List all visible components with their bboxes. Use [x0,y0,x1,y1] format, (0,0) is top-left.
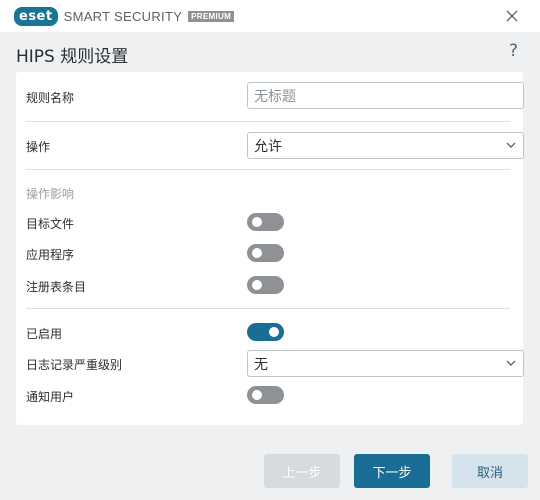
applications-toggle[interactable] [247,244,284,262]
registry-entries-row: 注册表条目 [26,276,514,294]
log-severity-label: 日志记录严重级别 [26,358,123,372]
notify-user-label: 通知用户 [26,390,75,404]
close-icon [506,10,518,22]
toggle-knob [269,327,279,337]
rule-name-label: 规则名称 [26,91,75,105]
enabled-label: 已启用 [26,327,63,341]
toggle-knob [252,248,262,258]
log-severity-row: 日志记录严重级别 无 [26,350,524,377]
applications-row: 应用程序 [26,244,514,262]
eset-logo: eset SMART SECURITY PREMIUM [14,7,235,26]
help-icon[interactable]: ? [509,41,518,61]
rule-name-row: 规则名称 无标题 [26,82,524,109]
divider [26,308,510,309]
registry-entries-label: 注册表条目 [26,280,87,294]
divider [26,169,510,170]
toggle-knob [252,390,262,400]
rule-settings-panel: 规则名称 无标题 操作 允许 操作影响 目标文件 应用程序 注册表条目 已启用 … [16,72,524,425]
action-row: 操作 允许 [26,132,524,159]
log-severity-selected-value: 无 [254,356,268,373]
notify-user-row: 通知用户 [26,386,514,404]
target-files-label: 目标文件 [26,217,75,231]
action-label: 操作 [26,140,51,154]
applications-label: 应用程序 [26,248,75,262]
target-files-row: 目标文件 [26,213,514,231]
enabled-toggle[interactable] [247,323,284,341]
close-button[interactable] [502,6,522,26]
back-button[interactable]: 上一步 [264,454,340,488]
log-severity-select[interactable]: 无 [247,350,524,377]
enabled-row: 已启用 [26,323,514,341]
dialog-header: HIPS 规则设置 ? [0,32,540,72]
edition-badge: PREMIUM [188,11,235,22]
product-name: SMART SECURITY [63,9,183,24]
divider [26,121,510,122]
cancel-button[interactable]: 取消 [452,454,528,488]
chevron-down-icon [506,142,516,148]
notify-user-toggle[interactable] [247,386,284,404]
toggle-knob [252,280,262,290]
chevron-down-icon [506,360,516,366]
title-bar: eset SMART SECURITY PREMIUM [0,0,540,32]
page-title: HIPS 规则设置 [16,47,129,67]
eset-logo-badge: eset [14,7,58,26]
target-files-toggle[interactable] [247,213,284,231]
rule-name-input[interactable]: 无标题 [247,82,524,109]
action-selected-value: 允许 [254,138,282,155]
operation-affects-section-label: 操作影响 [26,187,75,201]
registry-entries-toggle[interactable] [247,276,284,294]
action-select[interactable]: 允许 [247,132,524,159]
next-button[interactable]: 下一步 [354,454,430,488]
toggle-knob [252,217,262,227]
